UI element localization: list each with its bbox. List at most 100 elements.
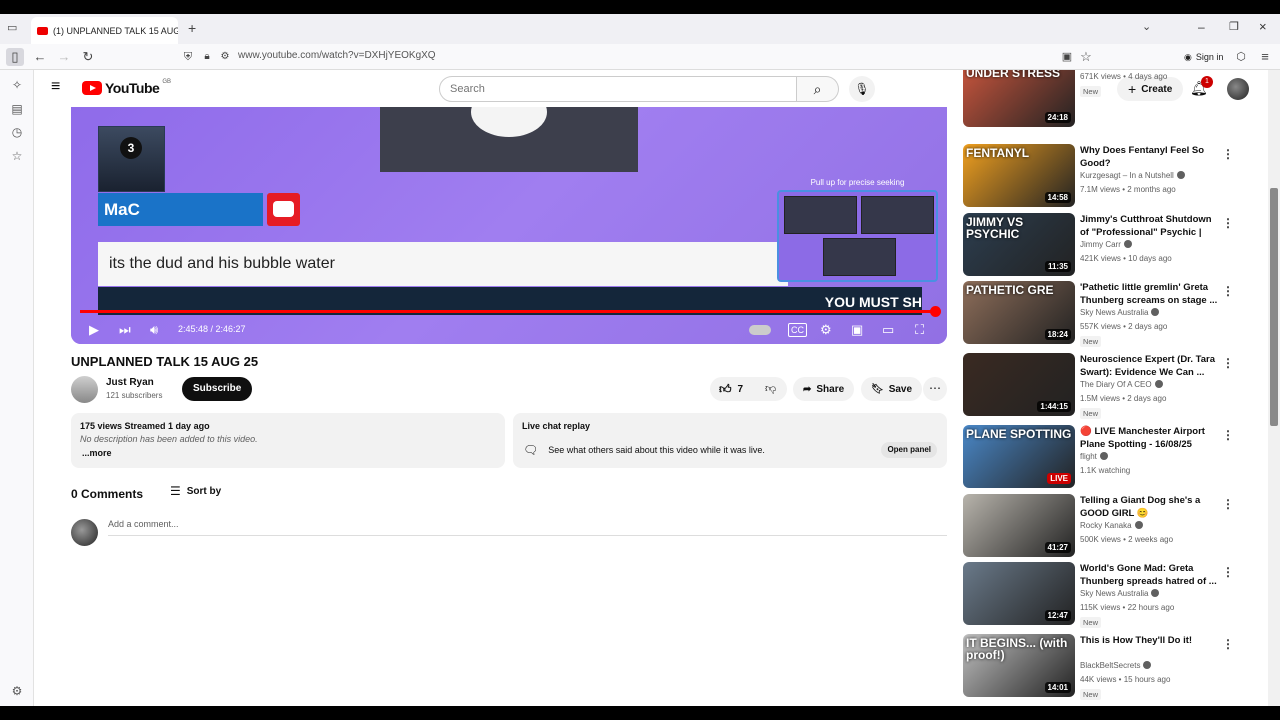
sidebar-settings-icon[interactable]: ⚙ <box>8 682 26 700</box>
browser-menu-icon[interactable]: ≡ <box>1256 48 1274 66</box>
video-player[interactable]: 3 MaC its the dud and his bubble water Y… <box>71 107 947 344</box>
recommendation-channel[interactable]: Sky News Australia <box>1080 589 1160 598</box>
video-thumbnail[interactable]: 1:44:15 <box>963 353 1075 416</box>
recommendation-title[interactable]: World's Gone Mad: Greta Thunberg spreads… <box>1080 562 1218 588</box>
description-more[interactable]: ...more <box>82 448 496 458</box>
description-box[interactable]: 175 views Streamed 1 day ago No descript… <box>71 413 505 468</box>
recommendation-menu-icon[interactable]: ⋮ <box>1222 216 1234 230</box>
video-thumbnail[interactable]: IT BEGINS... (with proof!) 14:01 <box>963 634 1075 697</box>
ai-chat-icon[interactable]: ✧ <box>8 76 26 94</box>
recommendation-title[interactable]: Jimmy's Cutthroat Shutdown of "Professio… <box>1080 213 1218 240</box>
sign-in-button[interactable]: ◉ Sign in <box>1178 47 1229 67</box>
recommendation-channel[interactable]: Jimmy Carr <box>1080 240 1132 249</box>
settings-gear-icon[interactable]: ⚙ <box>820 322 832 338</box>
recommendation-item[interactable]: FENTANYL 14:58 Why Does Fentanyl Feel So G… <box>963 144 1253 210</box>
tab-list-icon[interactable]: ▭ <box>7 21 17 34</box>
recommendation-item[interactable]: PLANE SPOTTING LIVE 🔴 LIVE Manchester Airp… <box>963 425 1253 491</box>
permissions-icon[interactable]: ⚙ <box>216 48 234 66</box>
like-button[interactable]: 👍︎ 7 <box>719 382 743 397</box>
recommendation-item[interactable]: PATHETIC GRE 18:24 'Pathetic little gremli… <box>963 281 1253 347</box>
video-thumbnail[interactable]: PATHETIC GRE 18:24 <box>963 281 1075 344</box>
sort-by-button[interactable]: ☰ Sort by <box>170 484 221 498</box>
video-thumbnail[interactable]: 12:47 <box>963 562 1075 625</box>
player-controls: ▶ ⏭︎ 🔊︎ 2:45:48 / 2:46:27 CC ⚙ ▣ ▭ ⛶ <box>71 317 947 344</box>
picture-in-picture-icon[interactable]: ▣ <box>1058 48 1076 66</box>
save-button[interactable]: 🔖︎ Save <box>861 377 923 401</box>
recommendation-title[interactable]: Neuroscience Expert (Dr. Tara Swart): Ev… <box>1080 353 1218 379</box>
reload-icon[interactable]: ↻ <box>79 48 97 66</box>
channel-avatar[interactable] <box>71 376 98 403</box>
recommendation-item[interactable]: 1:44:15 Neuroscience Expert (Dr. Tara Swa… <box>963 353 1253 419</box>
recommendation-channel[interactable]: Kurzgesagt – In a Nutshell <box>1080 171 1185 180</box>
maximize-icon[interactable]: ❐ <box>1229 20 1239 33</box>
recommendation-item[interactable]: IT BEGINS... (with proof!) 14:01 This is H… <box>963 634 1253 700</box>
more-actions-icon[interactable]: ⋯ <box>923 377 947 401</box>
search-input[interactable] <box>439 76 797 102</box>
shield-icon[interactable]: ⛨ <box>179 48 197 66</box>
recommendation-item[interactable]: JIMMY VS PSYCHIC 11:35 Jimmy's Cutthroat S… <box>963 213 1253 279</box>
back-icon[interactable]: ← <box>31 48 49 66</box>
play-icon[interactable]: ▶ <box>89 322 99 338</box>
preview-tile <box>784 196 857 234</box>
menu-icon[interactable]: ≡ <box>51 79 67 95</box>
recommendation-menu-icon[interactable]: ⋮ <box>1222 428 1234 442</box>
recommendation-title[interactable]: 🔴 LIVE Manchester Airport Plane Spotting… <box>1080 425 1218 451</box>
recommendation-item[interactable]: 41:27 Telling a Giant Dog she's a GOOD GI… <box>963 494 1253 560</box>
bookmark-star-icon[interactable]: ☆ <box>1077 48 1095 66</box>
autoplay-toggle-icon[interactable] <box>749 325 771 335</box>
recommendation-menu-icon[interactable]: ⋮ <box>1222 284 1234 298</box>
synced-tabs-icon[interactable]: ▤ <box>8 100 26 118</box>
search-button[interactable]: ⌕ <box>797 76 839 102</box>
subscribe-button[interactable]: Subscribe <box>182 377 253 401</box>
recommendation-menu-icon[interactable]: ⋮ <box>1222 356 1234 370</box>
minimize-icon[interactable]: – <box>1198 20 1205 34</box>
history-icon[interactable]: ◷ <box>8 123 26 141</box>
scrubber-handle[interactable] <box>930 306 941 317</box>
video-thumbnail[interactable]: UNDER STRESS 24:18 <box>963 70 1075 127</box>
next-icon[interactable]: ⏭︎ <box>119 322 131 338</box>
bookmarks-icon[interactable]: ☆ <box>8 147 26 165</box>
browser-tab[interactable]: (1) UNPLANNED TALK 15 AUG 25 × <box>31 17 178 44</box>
recommendation-title[interactable]: Why Does Fentanyl Feel So Good? <box>1080 144 1218 170</box>
recommendation-title[interactable]: This is How They'll Do it! <box>1080 634 1218 647</box>
video-thumbnail[interactable]: JIMMY VS PSYCHIC 11:35 <box>963 213 1075 276</box>
close-window-icon[interactable]: × <box>1259 19 1267 34</box>
theater-mode-icon[interactable]: ▭ <box>882 322 894 338</box>
thumbs-down-icon[interactable]: 👎︎ <box>765 382 776 395</box>
recommendation-channel[interactable]: flight <box>1080 452 1108 461</box>
recommendation-channel[interactable]: BlackBeltSecrets <box>1080 661 1152 670</box>
recommendation-channel[interactable]: Sky News Australia <box>1080 308 1160 317</box>
captions-icon[interactable]: CC <box>788 323 807 337</box>
recommendation-title[interactable]: 'Pathetic little gremlin' Greta Thunberg… <box>1080 281 1218 307</box>
forward-icon[interactable]: → <box>55 48 73 66</box>
open-panel-button[interactable]: Open panel <box>881 442 937 458</box>
scrollbar-thumb[interactable] <box>1270 188 1278 426</box>
voice-search-button[interactable]: 🎙︎ <box>849 76 875 102</box>
video-thumbnail[interactable]: FENTANYL 14:58 <box>963 144 1075 207</box>
fullscreen-icon[interactable]: ⛶ <box>915 322 924 338</box>
volume-icon[interactable]: 🔊︎ <box>150 322 158 338</box>
url-bar[interactable]: www.youtube.com/watch?v=DXHjYEOKgXQ <box>238 50 436 61</box>
new-tab-icon[interactable]: + <box>188 20 196 36</box>
recommendation-title[interactable]: Telling a Giant Dog she's a GOOD GIRL 😊 <box>1080 494 1218 520</box>
lock-icon[interactable]: 🔒︎ <box>198 48 216 66</box>
extensions-icon[interactable]: ⬡ <box>1232 48 1250 66</box>
channel-label: Sky News Australia <box>1080 589 1149 598</box>
miniplayer-icon[interactable]: ▣ <box>851 322 863 338</box>
channel-name[interactable]: Just Ryan <box>106 377 154 388</box>
video-thumbnail[interactable]: 41:27 <box>963 494 1075 557</box>
recommendation-channel[interactable]: Rocky Kanaka <box>1080 521 1143 530</box>
recommendation-channel[interactable]: The Diary Of A CEO <box>1080 380 1163 389</box>
youtube-logo[interactable]: YouTube GB <box>82 79 171 96</box>
recommendation-menu-icon[interactable]: ⋮ <box>1222 565 1234 579</box>
sidebar-toggle-icon[interactable]: ▯ <box>6 48 24 66</box>
share-button[interactable]: ➦ Share <box>793 377 855 401</box>
tab-overflow-icon[interactable]: ⌄ <box>1142 20 1151 33</box>
video-thumbnail[interactable]: PLANE SPOTTING LIVE <box>963 425 1075 488</box>
recommendation-menu-icon[interactable]: ⋮ <box>1222 637 1234 651</box>
recommendation-menu-icon[interactable]: ⋮ <box>1222 497 1234 511</box>
recommendation-menu-icon[interactable]: ⋮ <box>1222 147 1234 161</box>
recommendation-item[interactable]: 12:47 World's Gone Mad: Greta Thunberg sp… <box>963 562 1253 628</box>
add-comment-input[interactable]: Add a comment... <box>108 519 947 536</box>
recommendation-item[interactable]: UNDER STRESS 24:18 671K views • 4 days ago… <box>963 70 1253 130</box>
